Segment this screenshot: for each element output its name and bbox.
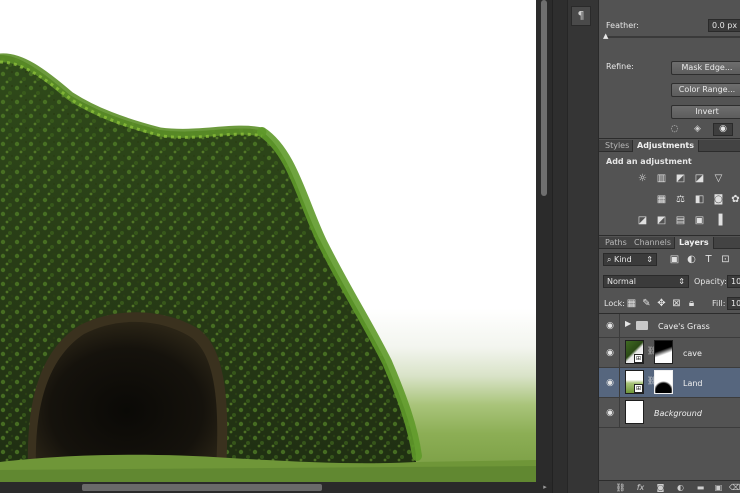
lock-all-icon[interactable]: 🔒︎	[686, 298, 697, 309]
lock-position-icon[interactable]: ✥	[656, 298, 667, 309]
layer-row-cave[interactable]: ◉ ⊞ ⛓ cave	[599, 338, 740, 368]
smart-object-badge-icon: ⊞	[634, 384, 643, 393]
smart-object-badge-icon: ⊞	[634, 354, 643, 363]
adjustments-tabbar: Styles Adjustments	[599, 140, 740, 152]
lock-label: Lock:	[604, 299, 625, 308]
channel-mixer-icon[interactable]: ✿	[730, 194, 740, 205]
opacity-label: Opacity:	[694, 277, 727, 286]
chevron-updown-icon: ⇕	[678, 277, 685, 286]
search-icon: ⌕	[607, 255, 612, 264]
right-panel: Feather: 0.0 px ▲ Refine: Mask Edge... C…	[598, 0, 740, 493]
lock-transparent-pixels-icon[interactable]: ▦	[626, 298, 637, 309]
eye-icon[interactable]: ◉	[603, 376, 617, 390]
layer-thumbnail	[625, 400, 644, 424]
photo-filter-icon[interactable]: ◙	[713, 194, 724, 205]
lock-artboard-icon[interactable]: ⊠	[671, 298, 682, 309]
layer-filter-kind-select[interactable]: ⌕ Kind ⇕	[603, 253, 657, 266]
toggle-mask-visibility-icon[interactable]: ◉	[713, 123, 733, 136]
opacity-field[interactable]: 10	[727, 275, 740, 288]
posterize-icon[interactable]: ◩	[656, 215, 667, 226]
invert-button[interactable]: Invert	[671, 105, 740, 119]
layer-row-caves-grass[interactable]: ◉ ▶ Cave's Grass	[599, 314, 740, 338]
new-group-icon[interactable]: ▬	[695, 482, 706, 493]
tab-channels[interactable]: Channels	[630, 237, 675, 249]
gradient-map-icon[interactable]: ▐	[713, 215, 724, 226]
curves-icon[interactable]: ◩	[675, 173, 686, 184]
eye-icon[interactable]: ◉	[603, 346, 617, 360]
feather-label: Feather:	[606, 21, 639, 30]
feather-slider-track[interactable]	[606, 36, 740, 38]
layer-mask-thumbnail[interactable]	[654, 370, 673, 394]
tab-layers[interactable]: Layers	[674, 237, 714, 249]
apply-mask-icon[interactable]: ◈	[692, 124, 703, 135]
layer-name[interactable]: Background	[654, 409, 702, 418]
fill-label: Fill:	[712, 299, 726, 308]
hue-saturation-icon[interactable]: ▦	[656, 194, 667, 205]
filter-adjustment-icon[interactable]: ◐	[686, 254, 697, 265]
new-layer-icon[interactable]: ▣	[713, 482, 724, 493]
color-balance-icon[interactable]: ⚖	[675, 194, 686, 205]
cave-artwork	[0, 53, 536, 482]
black-white-icon[interactable]: ◧	[694, 194, 705, 205]
tab-paths[interactable]: Paths	[601, 237, 631, 249]
eye-icon[interactable]: ◉	[603, 319, 617, 333]
filter-shape-icon[interactable]: ⊡	[720, 254, 731, 265]
exposure-icon[interactable]: ◪	[694, 173, 705, 184]
tab-adjustments[interactable]: Adjustments	[632, 140, 699, 152]
dock-column	[567, 0, 599, 493]
chevron-updown-icon: ⇕	[646, 255, 653, 264]
delete-layer-icon[interactable]: ⌫	[729, 482, 740, 493]
layer-mask-thumbnail[interactable]	[654, 340, 673, 364]
vibrance-icon[interactable]: ▽	[713, 173, 724, 184]
filter-kind-value: Kind	[614, 255, 632, 264]
expand-triangle-icon[interactable]: ▶	[625, 319, 631, 328]
blend-mode-value: Normal	[607, 277, 636, 286]
eye-icon[interactable]: ◉	[603, 406, 617, 420]
layers-bottom-bar: ⛓ fx ◙ ◐ ▬ ▣ ⌫	[599, 480, 740, 493]
feather-slider-thumb-icon[interactable]: ▲	[603, 33, 610, 40]
document-canvas[interactable]	[0, 0, 536, 482]
layer-row-land[interactable]: ◉ ⊞ ⛓ Land	[599, 368, 740, 398]
layer-row-background[interactable]: ◉ Background	[599, 398, 740, 428]
feather-value-field[interactable]: 0.0 px	[708, 19, 740, 32]
fill-field[interactable]: 10	[727, 297, 740, 310]
add-adjustment-heading: Add an adjustment	[606, 157, 692, 166]
filter-pixel-icon[interactable]: ▣	[669, 254, 680, 265]
horizontal-scroll-thumb[interactable]	[82, 484, 322, 491]
vertical-scroll-thumb[interactable]	[541, 0, 547, 196]
layer-name[interactable]: Land	[683, 379, 703, 388]
blend-mode-select[interactable]: Normal ⇕	[603, 275, 689, 288]
layers-tabbar: Paths Channels Layers	[599, 237, 740, 249]
link-layers-icon[interactable]: ⛓	[615, 482, 626, 493]
levels-icon[interactable]: ▥	[656, 173, 667, 184]
load-selection-icon[interactable]: ◌	[669, 124, 680, 135]
folder-icon	[636, 321, 648, 330]
vertical-scrollbar[interactable]	[536, 0, 552, 482]
scroll-right-arrow-icon[interactable]: ▸	[541, 483, 549, 492]
new-adjustment-layer-icon[interactable]: ◐	[675, 482, 686, 493]
tab-styles[interactable]: Styles	[601, 140, 633, 152]
refine-label: Refine:	[606, 62, 634, 71]
paragraph-icon[interactable]: ¶	[571, 6, 591, 26]
layer-name[interactable]: Cave's Grass	[658, 322, 710, 331]
fx-icon[interactable]: fx	[635, 482, 646, 493]
threshold-icon[interactable]: ▤	[675, 215, 686, 226]
panel-dock-strip: ¶	[552, 0, 599, 493]
invert-adjustment-icon[interactable]: ◪	[637, 215, 648, 226]
color-range-button[interactable]: Color Range...	[671, 83, 740, 97]
layer-name[interactable]: cave	[683, 349, 702, 358]
horizontal-scrollbar[interactable]: ▸	[0, 482, 552, 493]
mask-edge-button[interactable]: Mask Edge...	[671, 61, 740, 75]
lock-image-pixels-icon[interactable]: ✎	[641, 298, 652, 309]
add-mask-icon[interactable]: ◙	[655, 482, 666, 493]
selective-color-icon[interactable]: ▣	[694, 215, 705, 226]
filter-type-icon[interactable]: T	[703, 254, 714, 265]
brightness-contrast-icon[interactable]: ☼	[637, 173, 648, 184]
